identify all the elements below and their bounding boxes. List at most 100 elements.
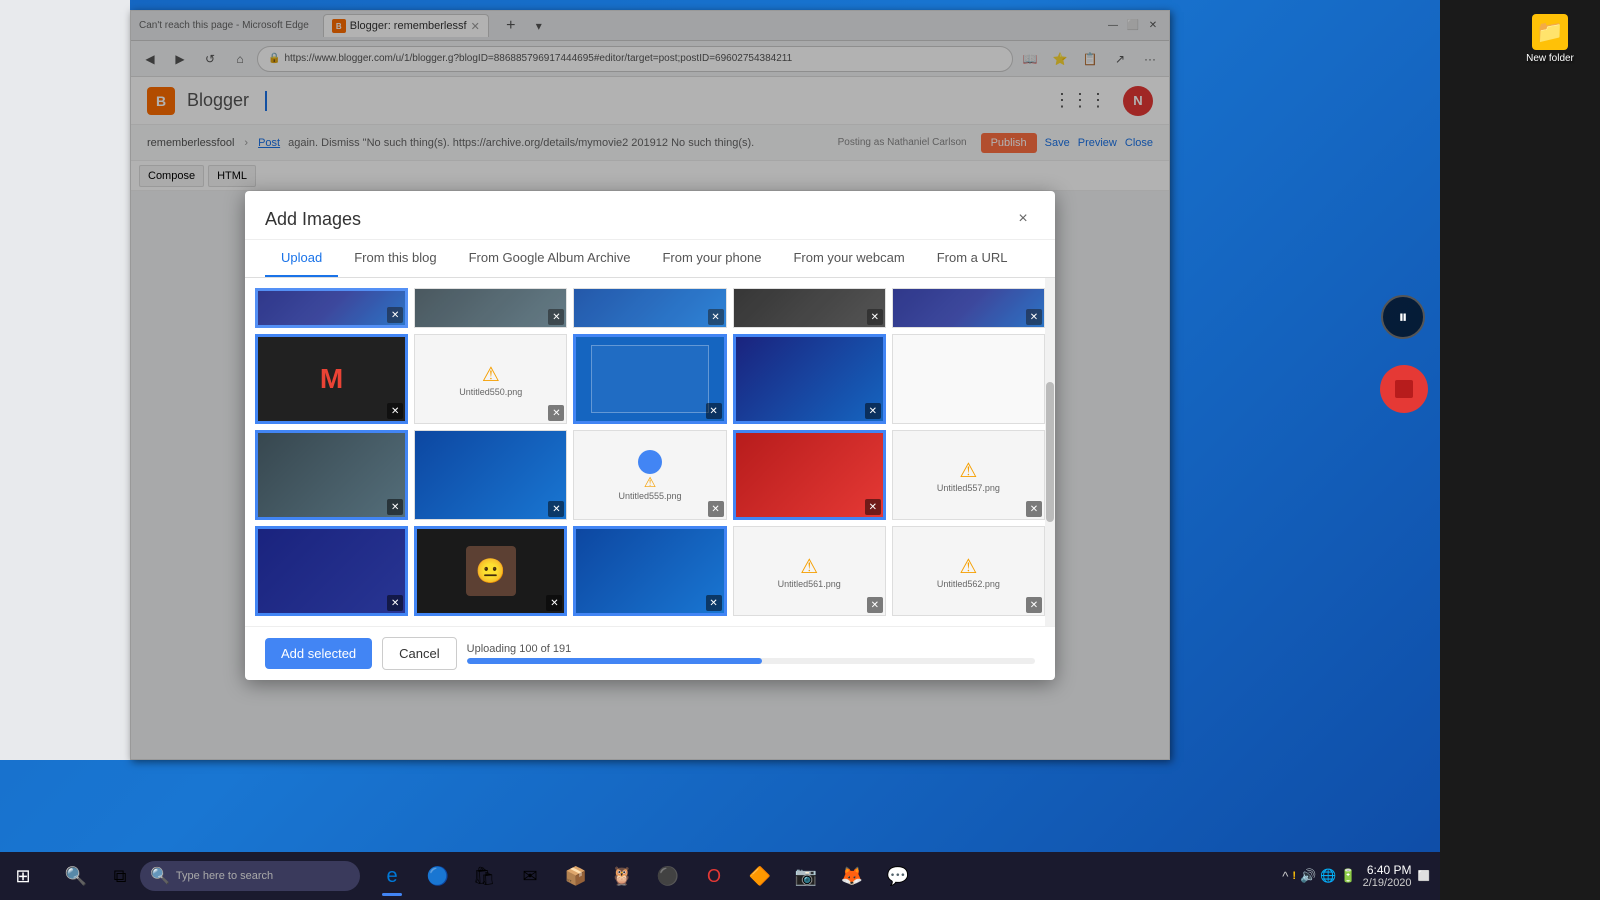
image-cell-551[interactable]: ✕: [573, 334, 726, 424]
edge-icon: e: [386, 865, 397, 888]
remove-image-552[interactable]: ✕: [865, 403, 881, 419]
thumbnail-553: [258, 433, 405, 517]
modal-close-button[interactable]: ×: [1011, 207, 1035, 231]
remove-image-556[interactable]: ✕: [865, 499, 881, 515]
tab-from-phone[interactable]: From your phone: [646, 240, 777, 277]
image-cell-562[interactable]: ⚠ Untitled562.png ✕: [892, 526, 1045, 616]
taskbar-unknown-icon[interactable]: ⚫: [646, 854, 690, 898]
remove-image-559[interactable]: ✕: [546, 595, 562, 611]
remove-image-560[interactable]: ✕: [706, 595, 722, 611]
thumbnail-561: ⚠ Untitled561.png: [734, 527, 885, 615]
scrollbar-thumb[interactable]: [1046, 382, 1054, 521]
opera-icon: O: [707, 866, 721, 887]
modal-header: Add Images ×: [245, 191, 1055, 240]
remove-image-562[interactable]: ✕: [1026, 597, 1042, 613]
record-button[interactable]: [1380, 365, 1428, 413]
taskbar-vlc-icon[interactable]: 🔶: [738, 854, 782, 898]
taskbar-search-text: Type here to search: [176, 870, 273, 882]
image-cell[interactable]: ✕: [573, 288, 726, 328]
image-cell-empty[interactable]: [892, 334, 1045, 424]
remove-image-button[interactable]: ✕: [867, 309, 883, 325]
vlc-icon: 🔶: [749, 866, 771, 887]
add-selected-button[interactable]: Add selected: [265, 638, 372, 669]
remove-image-button[interactable]: ✕: [1026, 309, 1042, 325]
taskbar-clock[interactable]: 6:40 PM 2/19/2020: [1363, 863, 1412, 889]
image-cell-555[interactable]: ⚠ Untitled555.png ✕: [573, 430, 726, 520]
remove-image-button[interactable]: ✕: [548, 309, 564, 325]
desktop-icon-new-folder-right[interactable]: 📁 New folder: [1510, 10, 1590, 68]
start-button[interactable]: ⊞: [0, 852, 46, 900]
progress-bar-fill: [467, 658, 763, 664]
image-cell-556[interactable]: ✕: [733, 430, 886, 520]
image-cell-559[interactable]: 😐 ✕: [414, 526, 567, 616]
cancel-button[interactable]: Cancel: [382, 637, 456, 670]
thumbnail-554: [415, 431, 566, 519]
tab-from-webcam[interactable]: From your webcam: [777, 240, 920, 277]
taskbar-camera-icon[interactable]: 📷: [784, 854, 828, 898]
remove-image-551[interactable]: ✕: [706, 403, 722, 419]
warning-icon: ⚠: [482, 362, 500, 387]
tab-google-album[interactable]: From Google Album Archive: [453, 240, 647, 277]
image-cell-560[interactable]: ✕: [573, 526, 726, 616]
image-cell[interactable]: ✕: [733, 288, 886, 328]
image-cell[interactable]: ✕: [892, 288, 1045, 328]
tab-from-url[interactable]: From a URL: [921, 240, 1024, 277]
taskbar-store-icon[interactable]: 🛍: [462, 854, 506, 898]
system-tray: ^ ! 🔊 🌐 🔋: [1282, 868, 1356, 884]
tab-from-blog[interactable]: From this blog: [338, 240, 452, 277]
image-cell-557[interactable]: ⚠ Untitled557.png ✕: [892, 430, 1045, 520]
remove-image-550[interactable]: ✕: [548, 405, 564, 421]
pause-button[interactable]: ⏸: [1381, 295, 1425, 339]
taskbar-cortana-icon[interactable]: 🔵: [416, 854, 460, 898]
taskbar-right: ^ ! 🔊 🌐 🔋 6:40 PM 2/19/2020 ⬜: [1282, 863, 1440, 889]
image-cell-552[interactable]: ✕: [733, 334, 886, 424]
remove-image-549[interactable]: ✕: [387, 403, 403, 419]
thumbnail: [893, 289, 1044, 327]
discord-icon: 💬: [887, 866, 909, 887]
image-cell-561[interactable]: ⚠ Untitled561.png ✕: [733, 526, 886, 616]
remove-image-557[interactable]: ✕: [1026, 501, 1042, 517]
thumbnail-557: ⚠ Untitled557.png: [893, 431, 1044, 519]
remove-image-554[interactable]: ✕: [548, 501, 564, 517]
image-cell-558[interactable]: ✕: [255, 526, 408, 616]
image-name-557: Untitled557.png: [935, 483, 1002, 493]
remove-image-553[interactable]: ✕: [387, 499, 403, 515]
image-cell-553[interactable]: ✕: [255, 430, 408, 520]
image-row-3: ✕ ✕ ⚠ Untitled555.png: [255, 430, 1045, 520]
taskbar-mail-icon[interactable]: ✉: [508, 854, 552, 898]
add-images-modal: Add Images × Upload From this blog From …: [245, 191, 1055, 680]
remove-image-button[interactable]: ✕: [708, 309, 724, 325]
taskbar-opera-icon[interactable]: O: [692, 854, 736, 898]
image-cell-549[interactable]: M ✕: [255, 334, 408, 424]
remove-image-button[interactable]: ✕: [387, 307, 403, 323]
taskbar-edge-icon[interactable]: e: [370, 854, 414, 898]
remove-image-555[interactable]: ✕: [708, 501, 724, 517]
network-icon[interactable]: 🌐: [1320, 868, 1336, 884]
remove-image-558[interactable]: ✕: [387, 595, 403, 611]
taskbar-tripadvisor-icon[interactable]: 🦉: [600, 854, 644, 898]
remove-image-561[interactable]: ✕: [867, 597, 883, 613]
taskbar-search-box[interactable]: 🔍 Type here to search: [140, 861, 360, 891]
modal-scrollbar[interactable]: [1045, 278, 1055, 626]
modal-title: Add Images: [265, 209, 1011, 230]
taskbar-amazon-icon[interactable]: 📦: [554, 854, 598, 898]
image-cell[interactable]: ✕: [414, 288, 567, 328]
browser-window: Can't reach this page - Microsoft Edge B…: [130, 10, 1170, 760]
taskbar-quick-icons: 🔍 ⧉: [56, 852, 140, 900]
pause-icon: ⏸: [1399, 307, 1408, 328]
taskbar-firefox-icon[interactable]: 🦊: [830, 854, 874, 898]
thumbnail: [415, 289, 566, 327]
battery-icon[interactable]: 🔋: [1340, 868, 1356, 884]
image-cell-550[interactable]: ⚠ Untitled550.png ✕: [414, 334, 567, 424]
image-cell-554[interactable]: ✕: [414, 430, 567, 520]
thumbnail-556: [736, 433, 883, 517]
image-cell[interactable]: ✕: [255, 288, 408, 328]
desktop-show-button[interactable]: ⬜: [1418, 871, 1430, 882]
chevron-up-icon[interactable]: ^: [1282, 869, 1288, 884]
firefox-taskbar-icon: 🦊: [841, 866, 863, 887]
taskbar-discord-icon[interactable]: 💬: [876, 854, 920, 898]
image-row-partial: ✕ ✕ ✕ ✕: [255, 288, 1045, 328]
tab-upload[interactable]: Upload: [265, 240, 338, 277]
taskbar-taskview-icon[interactable]: ⧉: [100, 852, 140, 900]
volume-icon[interactable]: 🔊: [1300, 868, 1316, 884]
